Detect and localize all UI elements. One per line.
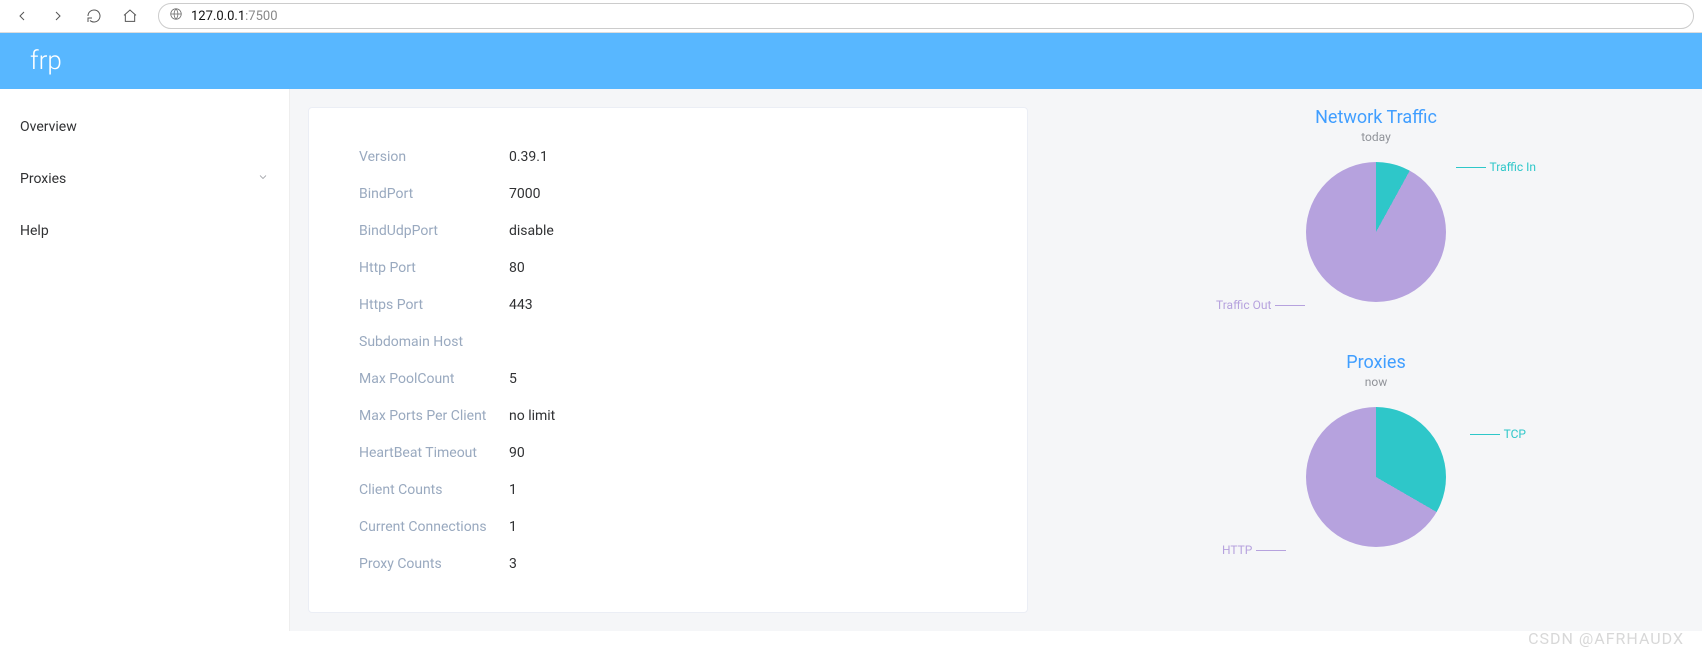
site-info-icon[interactable] bbox=[169, 7, 183, 25]
overview-value: 5 bbox=[509, 371, 517, 387]
overview-value: 0.39.1 bbox=[509, 149, 548, 165]
sidebar-item-label: Proxies bbox=[20, 171, 66, 187]
overview-row: BindPort7000 bbox=[359, 175, 977, 212]
sidebar-item-proxies[interactable]: Proxies bbox=[0, 153, 289, 205]
overview-label: Max PoolCount bbox=[359, 371, 509, 387]
overview-row: Https Port443 bbox=[359, 286, 977, 323]
url-text: 127.0.0.1:7500 bbox=[191, 9, 278, 24]
home-button[interactable] bbox=[116, 2, 144, 30]
overview-label: Max Ports Per Client bbox=[359, 408, 509, 424]
overview-row: Max Ports Per Clientno limit bbox=[359, 397, 977, 434]
sidebar-item-label: Help bbox=[20, 223, 49, 239]
overview-label: BindPort bbox=[359, 186, 509, 202]
app-header: frp bbox=[0, 33, 1702, 89]
back-button[interactable] bbox=[8, 2, 36, 30]
sidebar-item-overview[interactable]: Overview bbox=[0, 101, 289, 153]
overview-value: disable bbox=[509, 223, 554, 239]
overview-row: Version0.39.1 bbox=[359, 138, 977, 175]
overview-label: BindUdpPort bbox=[359, 223, 509, 239]
overview-value: 80 bbox=[509, 260, 525, 276]
overview-label: Subdomain Host bbox=[359, 334, 509, 350]
overview-label: Client Counts bbox=[359, 482, 509, 498]
chevron-down-icon bbox=[257, 171, 269, 187]
chart-title: Network Traffic bbox=[1216, 107, 1536, 128]
watermark: CSDN @AFRHAUDX bbox=[1528, 629, 1684, 648]
forward-button[interactable] bbox=[44, 2, 72, 30]
overview-label: Current Connections bbox=[359, 519, 509, 535]
overview-row: Proxy Counts3 bbox=[359, 545, 977, 582]
overview-label: Https Port bbox=[359, 297, 509, 313]
app-title: frp bbox=[30, 46, 62, 76]
reload-button[interactable] bbox=[80, 2, 108, 30]
overview-label: Http Port bbox=[359, 260, 509, 276]
overview-value: no limit bbox=[509, 408, 555, 424]
pie-label-http: HTTP bbox=[1222, 543, 1286, 557]
overview-row: Http Port80 bbox=[359, 249, 977, 286]
pie-label-tcp: TCP bbox=[1470, 427, 1526, 441]
browser-toolbar: 127.0.0.1:7500 bbox=[0, 0, 1702, 33]
chart-proxies: Proxies now TCP HTTP bbox=[1216, 352, 1536, 567]
pie-traffic bbox=[1306, 162, 1446, 302]
pie-proxies bbox=[1306, 407, 1446, 547]
overview-row: BindUdpPortdisable bbox=[359, 212, 977, 249]
address-bar[interactable]: 127.0.0.1:7500 bbox=[158, 3, 1694, 29]
overview-value: 1 bbox=[509, 519, 517, 535]
chart-network-traffic: Network Traffic today Traffic In Traffic… bbox=[1216, 107, 1536, 322]
overview-row: Subdomain Host bbox=[359, 323, 977, 360]
overview-card: Version0.39.1BindPort7000BindUdpPortdisa… bbox=[308, 107, 1028, 613]
overview-row: Max PoolCount5 bbox=[359, 360, 977, 397]
chart-subtitle: now bbox=[1216, 375, 1536, 389]
overview-value: 3 bbox=[509, 556, 517, 572]
overview-row: Current Connections1 bbox=[359, 508, 977, 545]
overview-value: 7000 bbox=[509, 186, 540, 202]
overview-label: Proxy Counts bbox=[359, 556, 509, 572]
sidebar-item-label: Overview bbox=[20, 119, 77, 135]
sidebar: Overview Proxies Help bbox=[0, 89, 290, 631]
sidebar-item-help[interactable]: Help bbox=[0, 205, 289, 257]
overview-row: Client Counts1 bbox=[359, 471, 977, 508]
overview-value: 1 bbox=[509, 482, 517, 498]
pie-label-traffic-out: Traffic Out bbox=[1216, 298, 1305, 312]
overview-row: HeartBeat Timeout90 bbox=[359, 434, 977, 471]
overview-value: 90 bbox=[509, 445, 525, 461]
chart-title: Proxies bbox=[1216, 352, 1536, 373]
overview-value: 443 bbox=[509, 297, 533, 313]
chart-subtitle: today bbox=[1216, 130, 1536, 144]
pie-label-traffic-in: Traffic In bbox=[1456, 160, 1536, 174]
overview-label: Version bbox=[359, 149, 509, 165]
overview-label: HeartBeat Timeout bbox=[359, 445, 509, 461]
